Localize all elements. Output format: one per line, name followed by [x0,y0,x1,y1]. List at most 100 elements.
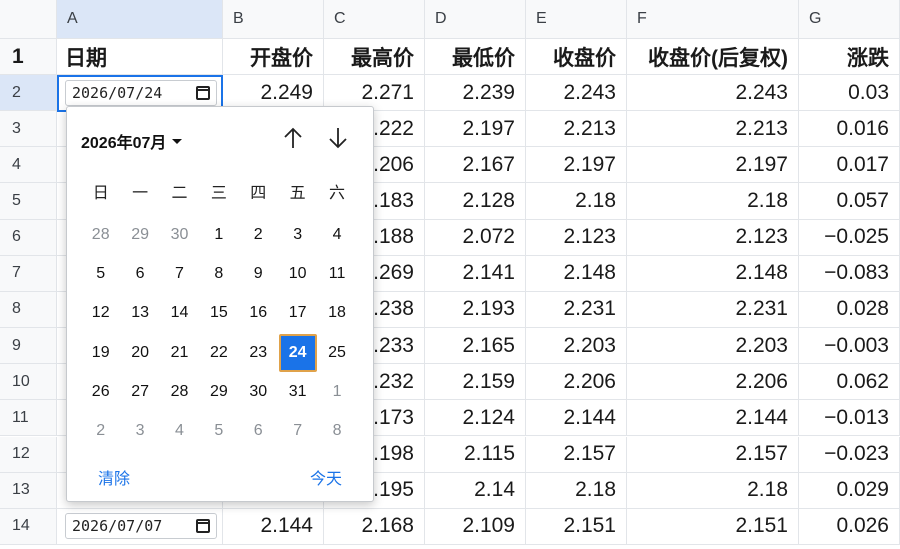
row-number[interactable]: 13 [0,472,57,509]
cell-adj-close[interactable]: 2.18 [627,472,799,509]
month-year-selector[interactable]: 2026年07月 [81,129,183,153]
calendar-day[interactable]: 8 [317,411,356,450]
calendar-day[interactable]: 2 [81,411,120,450]
row-number[interactable]: 3 [0,111,57,148]
header-cell-open[interactable]: 开盘价 [223,39,324,75]
previous-month-button[interactable] [279,123,307,153]
cell-close[interactable]: 2.18 [526,183,627,220]
row-number[interactable]: 11 [0,400,57,437]
cell-adj-close[interactable]: 2.203 [627,328,799,365]
row-number[interactable]: 10 [0,364,57,401]
date-input[interactable]: 2026/07/24 [65,79,217,106]
column-header-a[interactable]: A [57,0,223,39]
cell-low[interactable]: 2.159 [425,364,526,401]
calendar-day[interactable]: 27 [120,372,159,411]
calendar-day[interactable]: 30 [160,215,199,254]
calendar-icon[interactable] [196,519,210,534]
calendar-day[interactable]: 22 [199,333,238,372]
calendar-day[interactable]: 4 [317,215,356,254]
header-cell-change[interactable]: 涨跌 [799,39,900,75]
cell-adj-close[interactable]: 2.213 [627,111,799,148]
cell-low[interactable]: 2.141 [425,255,526,292]
cell-change[interactable]: 0.028 [799,291,900,329]
header-cell-close[interactable]: 收盘价 [526,39,627,75]
calendar-day[interactable]: 6 [239,411,278,450]
calendar-day[interactable]: 30 [239,372,278,411]
cell-open[interactable]: 2.144 [223,508,324,545]
row-number[interactable]: 5 [0,183,57,220]
calendar-day[interactable]: 28 [160,372,199,411]
column-header-b[interactable]: B [223,0,324,39]
calendar-day[interactable]: 12 [81,294,120,333]
column-header-e[interactable]: E [526,0,627,39]
cell-low[interactable]: 2.167 [425,147,526,184]
cell-adj-close[interactable]: 2.148 [627,255,799,292]
date-input[interactable]: 2026/07/07 [65,513,217,540]
cell-change[interactable]: −0.013 [799,400,900,437]
calendar-day[interactable]: 16 [239,294,278,333]
row-number[interactable]: 14 [0,508,57,545]
calendar-day[interactable]: 17 [278,294,317,333]
calendar-day[interactable]: 7 [160,254,199,293]
calendar-day[interactable]: 18 [317,294,356,333]
cell-change[interactable]: 0.03 [799,75,900,112]
today-button[interactable]: 今天 [310,465,342,489]
corner-cell[interactable] [0,0,57,39]
header-cell-adj-close[interactable]: 收盘价(后复权) [627,39,799,75]
calendar-day[interactable]: 1 [199,215,238,254]
cell-close[interactable]: 2.243 [526,75,627,112]
calendar-day[interactable]: 23 [239,333,278,372]
cell-close[interactable]: 2.144 [526,400,627,437]
calendar-day[interactable]: 25 [317,333,356,372]
cell-change[interactable]: 0.017 [799,147,900,184]
cell-change[interactable]: −0.025 [799,219,900,256]
cell-change[interactable]: 0.057 [799,183,900,220]
calendar-icon[interactable] [196,85,210,100]
calendar-day[interactable]: 6 [120,254,159,293]
cell-date[interactable]: 2026/07/07 [57,508,223,545]
row-number[interactable]: 1 [0,39,57,75]
column-header-c[interactable]: C [324,0,425,39]
cell-adj-close[interactable]: 2.18 [627,183,799,220]
calendar-day[interactable]: 28 [81,215,120,254]
calendar-day[interactable]: 10 [278,254,317,293]
cell-adj-close[interactable]: 2.206 [627,364,799,401]
cell-low[interactable]: 2.072 [425,219,526,256]
cell-close[interactable]: 2.123 [526,219,627,256]
header-cell-date[interactable]: 日期 [57,39,223,75]
next-month-button[interactable] [324,123,352,153]
calendar-day[interactable]: 21 [160,333,199,372]
calendar-day[interactable]: 19 [81,333,120,372]
cell-change[interactable]: −0.003 [799,328,900,365]
cell-change[interactable]: 0.016 [799,111,900,148]
row-number[interactable]: 12 [0,436,57,473]
calendar-day[interactable]: 8 [199,254,238,293]
cell-close[interactable]: 2.157 [526,436,627,473]
cell-adj-close[interactable]: 2.123 [627,219,799,256]
cell-close[interactable]: 2.231 [526,291,627,329]
cell-close[interactable]: 2.197 [526,147,627,184]
column-header-f[interactable]: F [627,0,799,39]
cell-close[interactable]: 2.213 [526,111,627,148]
row-number[interactable]: 4 [0,147,57,184]
row-number[interactable]: 9 [0,328,57,365]
row-number[interactable]: 6 [0,219,57,256]
cell-low[interactable]: 2.115 [425,436,526,473]
calendar-day[interactable]: 5 [81,254,120,293]
cell-low[interactable]: 2.14 [425,472,526,509]
calendar-day[interactable]: 31 [278,372,317,411]
calendar-day[interactable]: 14 [160,294,199,333]
cell-change[interactable]: −0.083 [799,255,900,292]
calendar-day[interactable]: 9 [239,254,278,293]
selected-day[interactable]: 24 [278,333,317,372]
cell-change[interactable]: −0.023 [799,436,900,473]
calendar-day[interactable]: 3 [278,215,317,254]
calendar-day[interactable]: 26 [81,372,120,411]
cell-adj-close[interactable]: 2.144 [627,400,799,437]
row-number[interactable]: 7 [0,255,57,292]
header-cell-low[interactable]: 最低价 [425,39,526,75]
cell-close[interactable]: 2.151 [526,508,627,545]
row-number[interactable]: 8 [0,291,57,329]
calendar-day[interactable]: 4 [160,411,199,450]
cell-close[interactable]: 2.18 [526,472,627,509]
